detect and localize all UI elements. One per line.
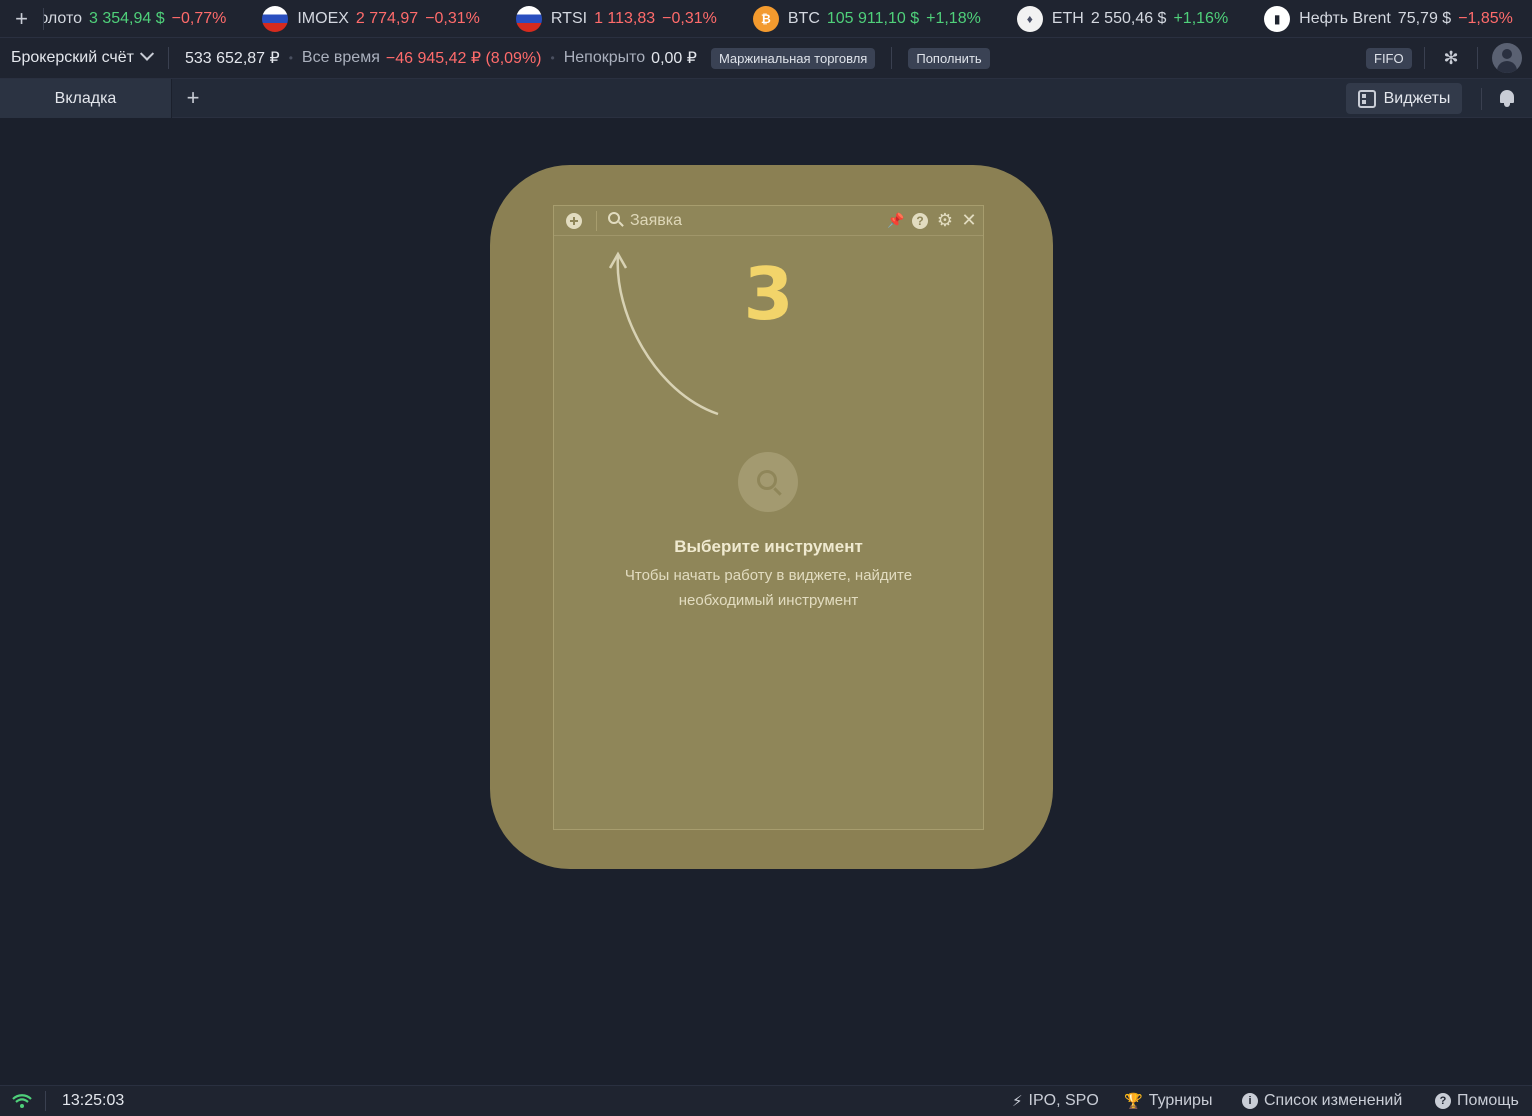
- gear-icon[interactable]: ⚙: [936, 211, 954, 229]
- bitcoin-icon: ₿: [752, 5, 779, 32]
- ticker-change: −0,77%: [171, 9, 227, 27]
- divider: [45, 1091, 46, 1111]
- add-tab-button[interactable]: +: [182, 85, 204, 110]
- ticker-bar: + Золото 3 354,94 $ −0,77% IMOEX 2 774,9…: [0, 0, 1532, 38]
- account-bar: Брокерский счёт 533 652,87 ₽ • Все время…: [0, 38, 1532, 79]
- bell-icon[interactable]: [1497, 88, 1517, 108]
- ticker-price: 75,79 $: [1397, 9, 1452, 27]
- search-icon: [608, 212, 624, 228]
- ticker-name: IMOEX: [297, 9, 349, 27]
- status-bar: 13:25:03 ⚡ IPO, SPO 🏆 Турниры i Список и…: [0, 1085, 1532, 1116]
- add-ticker-button[interactable]: +: [0, 6, 44, 31]
- empty-state-text: Чтобы начать работу в виджете, найдите н…: [624, 567, 913, 609]
- ethereum-icon: ♦: [1016, 5, 1043, 32]
- avatar[interactable]: [1492, 43, 1522, 73]
- ticker-name: Золото: [44, 9, 82, 27]
- ticker-item-eth[interactable]: ♦ ETH 2 550,46 $ +1,16%: [1016, 5, 1229, 32]
- help-label: Помощь: [1457, 1092, 1519, 1109]
- fifo-badge[interactable]: FIFO: [1366, 48, 1412, 69]
- empty-state-title: Выберите инструмент: [674, 537, 863, 556]
- lightning-icon: ⚡: [1012, 1093, 1023, 1110]
- changelog-label: Список изменений: [1264, 1092, 1403, 1109]
- search-handle: [618, 221, 624, 227]
- order-widget: 📌 ? ⚙ ✕ 3 Выберите инструмент Чтобы нача…: [553, 205, 984, 830]
- widgets-button[interactable]: Виджеты: [1346, 83, 1462, 114]
- oil-icon: ▮: [1264, 5, 1291, 32]
- changelog-link[interactable]: i Список изменений: [1242, 1092, 1402, 1110]
- divider: [1481, 88, 1482, 110]
- bell-clapper: [1504, 103, 1510, 107]
- ticker-item-brent[interactable]: ▮ Нефть Brent 75,79 $ −1,85%: [1264, 5, 1513, 32]
- ticker-price: 105 911,10 $: [826, 9, 920, 27]
- ipo-spo-link[interactable]: ⚡ IPO, SPO: [1012, 1092, 1099, 1110]
- account-balance: 533 652,87 ₽: [184, 50, 280, 67]
- alltime-value: −46 945,42 ₽ (8,09%): [385, 50, 542, 67]
- pin-icon[interactable]: 📌: [887, 212, 904, 228]
- margin-trading-badge[interactable]: Маржинальная торговля: [710, 47, 876, 69]
- help-link[interactable]: ? Помощь: [1435, 1092, 1519, 1110]
- chevron-down-icon: [139, 46, 155, 61]
- trophy-icon: 🏆: [1124, 1093, 1143, 1110]
- uncovered-label: Непокрыто: [563, 49, 646, 66]
- ticker-price: 1 113,83: [594, 9, 656, 27]
- separator-dot: •: [550, 51, 555, 65]
- clock: 13:25:03: [62, 1092, 125, 1109]
- account-selector-label: Брокерский счёт: [11, 49, 134, 66]
- russia-flag-icon: [262, 5, 289, 32]
- ticker-name: ETH: [1051, 9, 1084, 27]
- ticker-item-gold[interactable]: Золото 3 354,94 $ −0,77%: [44, 10, 226, 28]
- widget-header: 📌 ? ⚙ ✕: [554, 206, 983, 236]
- divider: [1424, 47, 1425, 69]
- info-icon: i: [1242, 1093, 1258, 1109]
- tournaments-label: Турниры: [1148, 1092, 1213, 1109]
- account-selector[interactable]: Брокерский счёт: [0, 46, 169, 69]
- divider: [1477, 47, 1478, 69]
- bell-body: [1500, 90, 1514, 103]
- help-icon[interactable]: ?: [912, 213, 928, 229]
- ticker-change: +1,16%: [1173, 9, 1229, 27]
- onboarding-step-number: 3: [743, 252, 794, 336]
- uncovered-value: 0,00 ₽: [651, 50, 697, 67]
- divider: [596, 211, 597, 231]
- add-circle-icon[interactable]: [566, 213, 582, 229]
- ticker-name: BTC: [787, 9, 820, 27]
- deposit-button[interactable]: Пополнить: [908, 47, 990, 69]
- snowflake-icon[interactable]: ✻: [1440, 47, 1462, 69]
- tab-bar: Вкладка + Виджеты: [0, 79, 1532, 118]
- ticker-list: Золото 3 354,94 $ −0,77% IMOEX 2 774,97 …: [44, 0, 1532, 37]
- tab-main[interactable]: Вкладка: [0, 79, 172, 118]
- ticker-item-rtsi[interactable]: RTSI 1 113,83 −0,31%: [515, 5, 717, 32]
- close-icon[interactable]: ✕: [960, 210, 978, 230]
- wifi-icon: [12, 1094, 32, 1108]
- search-handle: [773, 487, 782, 496]
- ticker-change: −0,31%: [425, 9, 480, 27]
- tournaments-link[interactable]: 🏆 Турниры: [1124, 1092, 1212, 1110]
- tab-label: Вкладка: [54, 89, 117, 107]
- ipo-spo-label: IPO, SPO: [1028, 1092, 1099, 1109]
- ticker-change: −1,85%: [1458, 9, 1513, 27]
- ticker-price: 3 354,94 $: [89, 9, 165, 27]
- instrument-search-input[interactable]: [630, 211, 860, 231]
- ticker-price: 2 550,46 $: [1090, 9, 1167, 27]
- ticker-item-imoex[interactable]: IMOEX 2 774,97 −0,31%: [262, 5, 480, 32]
- ticker-price: 2 774,97: [355, 9, 419, 27]
- ticker-change: −0,31%: [662, 9, 717, 27]
- russia-flag-icon: [515, 5, 542, 32]
- divider: [891, 47, 893, 69]
- widgets-label: Виджеты: [1383, 89, 1451, 107]
- alltime-label: Все время: [301, 49, 380, 66]
- ticker-name: RTSI: [550, 9, 588, 27]
- widgets-icon: [1357, 89, 1376, 108]
- ticker-item-btc[interactable]: ₿ BTC 105 911,10 $ +1,18%: [752, 5, 981, 32]
- separator-dot: •: [288, 51, 293, 65]
- help-icon: ?: [1435, 1093, 1451, 1109]
- ticker-change: +1,18%: [926, 9, 981, 27]
- ticker-name: Нефть Brent: [1299, 9, 1391, 27]
- search-placeholder-icon: [738, 452, 798, 512]
